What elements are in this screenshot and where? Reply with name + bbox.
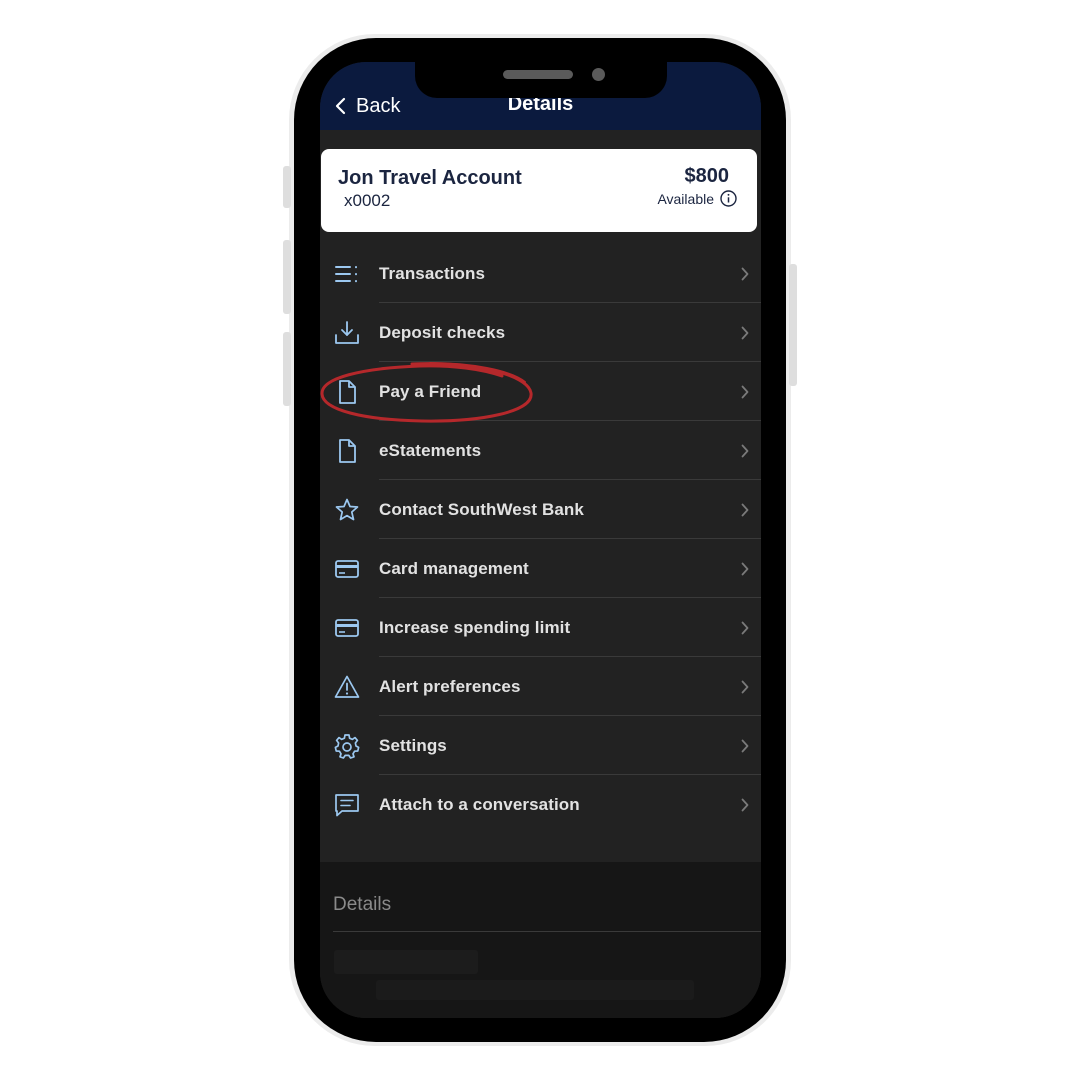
chevron-right-icon <box>741 503 749 517</box>
gear-icon <box>334 734 360 759</box>
mute-switch <box>283 166 291 208</box>
menu-item-label: Attach to a conversation <box>379 794 580 814</box>
available-row: Available <box>657 190 737 207</box>
menu-item-deposit-checks[interactable]: Deposit checks <box>320 303 761 362</box>
account-balance: $800 <box>684 165 730 187</box>
chevron-right-icon <box>741 444 749 458</box>
menu-item-label: Transactions <box>379 263 486 283</box>
document-icon <box>339 380 356 404</box>
chevron-right-icon <box>741 267 749 281</box>
menu-item-transactions[interactable]: Transactions <box>320 244 761 303</box>
menu-item-label: Pay a Friend <box>379 381 482 401</box>
download-tray-icon <box>335 321 359 344</box>
available-label: Available <box>657 190 714 207</box>
power-button <box>789 264 797 386</box>
account-card[interactable]: Jon Travel Account x0002 $800 Available <box>321 149 757 232</box>
warning-triangle-icon <box>334 675 360 698</box>
star-icon <box>335 498 359 521</box>
menu-item-label: eStatements <box>379 440 482 460</box>
menu-item-card-management[interactable]: Card management <box>320 539 761 598</box>
divider <box>333 931 761 932</box>
menu-item-label: Card management <box>379 558 529 578</box>
menu-item-increase-spending-limit[interactable]: Increase spending limit <box>320 598 761 657</box>
menu-item-label: Settings <box>379 735 447 755</box>
placeholder-block <box>334 950 478 974</box>
details-section: Details <box>320 862 761 1018</box>
menu-item-attach-conversation[interactable]: Attach to a conversation <box>320 775 761 834</box>
credit-card-icon <box>335 619 359 637</box>
account-menu: Transactions Deposit checks Pay a Friend <box>320 244 761 834</box>
menu-item-alert-preferences[interactable]: Alert preferences <box>320 657 761 716</box>
menu-item-label: Increase spending limit <box>379 617 571 637</box>
volume-down-button <box>283 332 291 406</box>
phone-screen: Back Details Jon Travel Account x0002 $8… <box>320 62 761 1018</box>
front-camera <box>592 68 605 81</box>
menu-item-label: Deposit checks <box>379 322 506 342</box>
menu-item-pay-a-friend[interactable]: Pay a Friend <box>320 362 761 421</box>
menu-item-estatements[interactable]: eStatements <box>320 421 761 480</box>
chevron-right-icon <box>741 680 749 694</box>
info-icon[interactable] <box>720 190 737 207</box>
details-heading: Details <box>333 894 392 915</box>
account-number: x0002 <box>344 191 391 210</box>
menu-item-settings[interactable]: Settings <box>320 716 761 775</box>
chevron-right-icon <box>741 562 749 576</box>
credit-card-icon <box>335 560 359 578</box>
menu-item-contact-bank[interactable]: Contact SouthWest Bank <box>320 480 761 539</box>
phone-notch <box>415 55 667 98</box>
chevron-right-icon <box>741 621 749 635</box>
document-icon <box>339 439 356 463</box>
account-name: Jon Travel Account <box>338 167 522 189</box>
chevron-right-icon <box>741 798 749 812</box>
list-icon <box>335 266 357 283</box>
chevron-right-icon <box>741 739 749 753</box>
chevron-right-icon <box>741 385 749 399</box>
placeholder-block <box>376 980 694 1000</box>
volume-up-button <box>283 240 291 314</box>
speaker-grille <box>503 70 573 79</box>
chat-bubble-icon <box>335 794 359 817</box>
menu-item-label: Contact SouthWest Bank <box>379 499 584 519</box>
menu-item-label: Alert preferences <box>379 676 521 696</box>
chevron-right-icon <box>741 326 749 340</box>
